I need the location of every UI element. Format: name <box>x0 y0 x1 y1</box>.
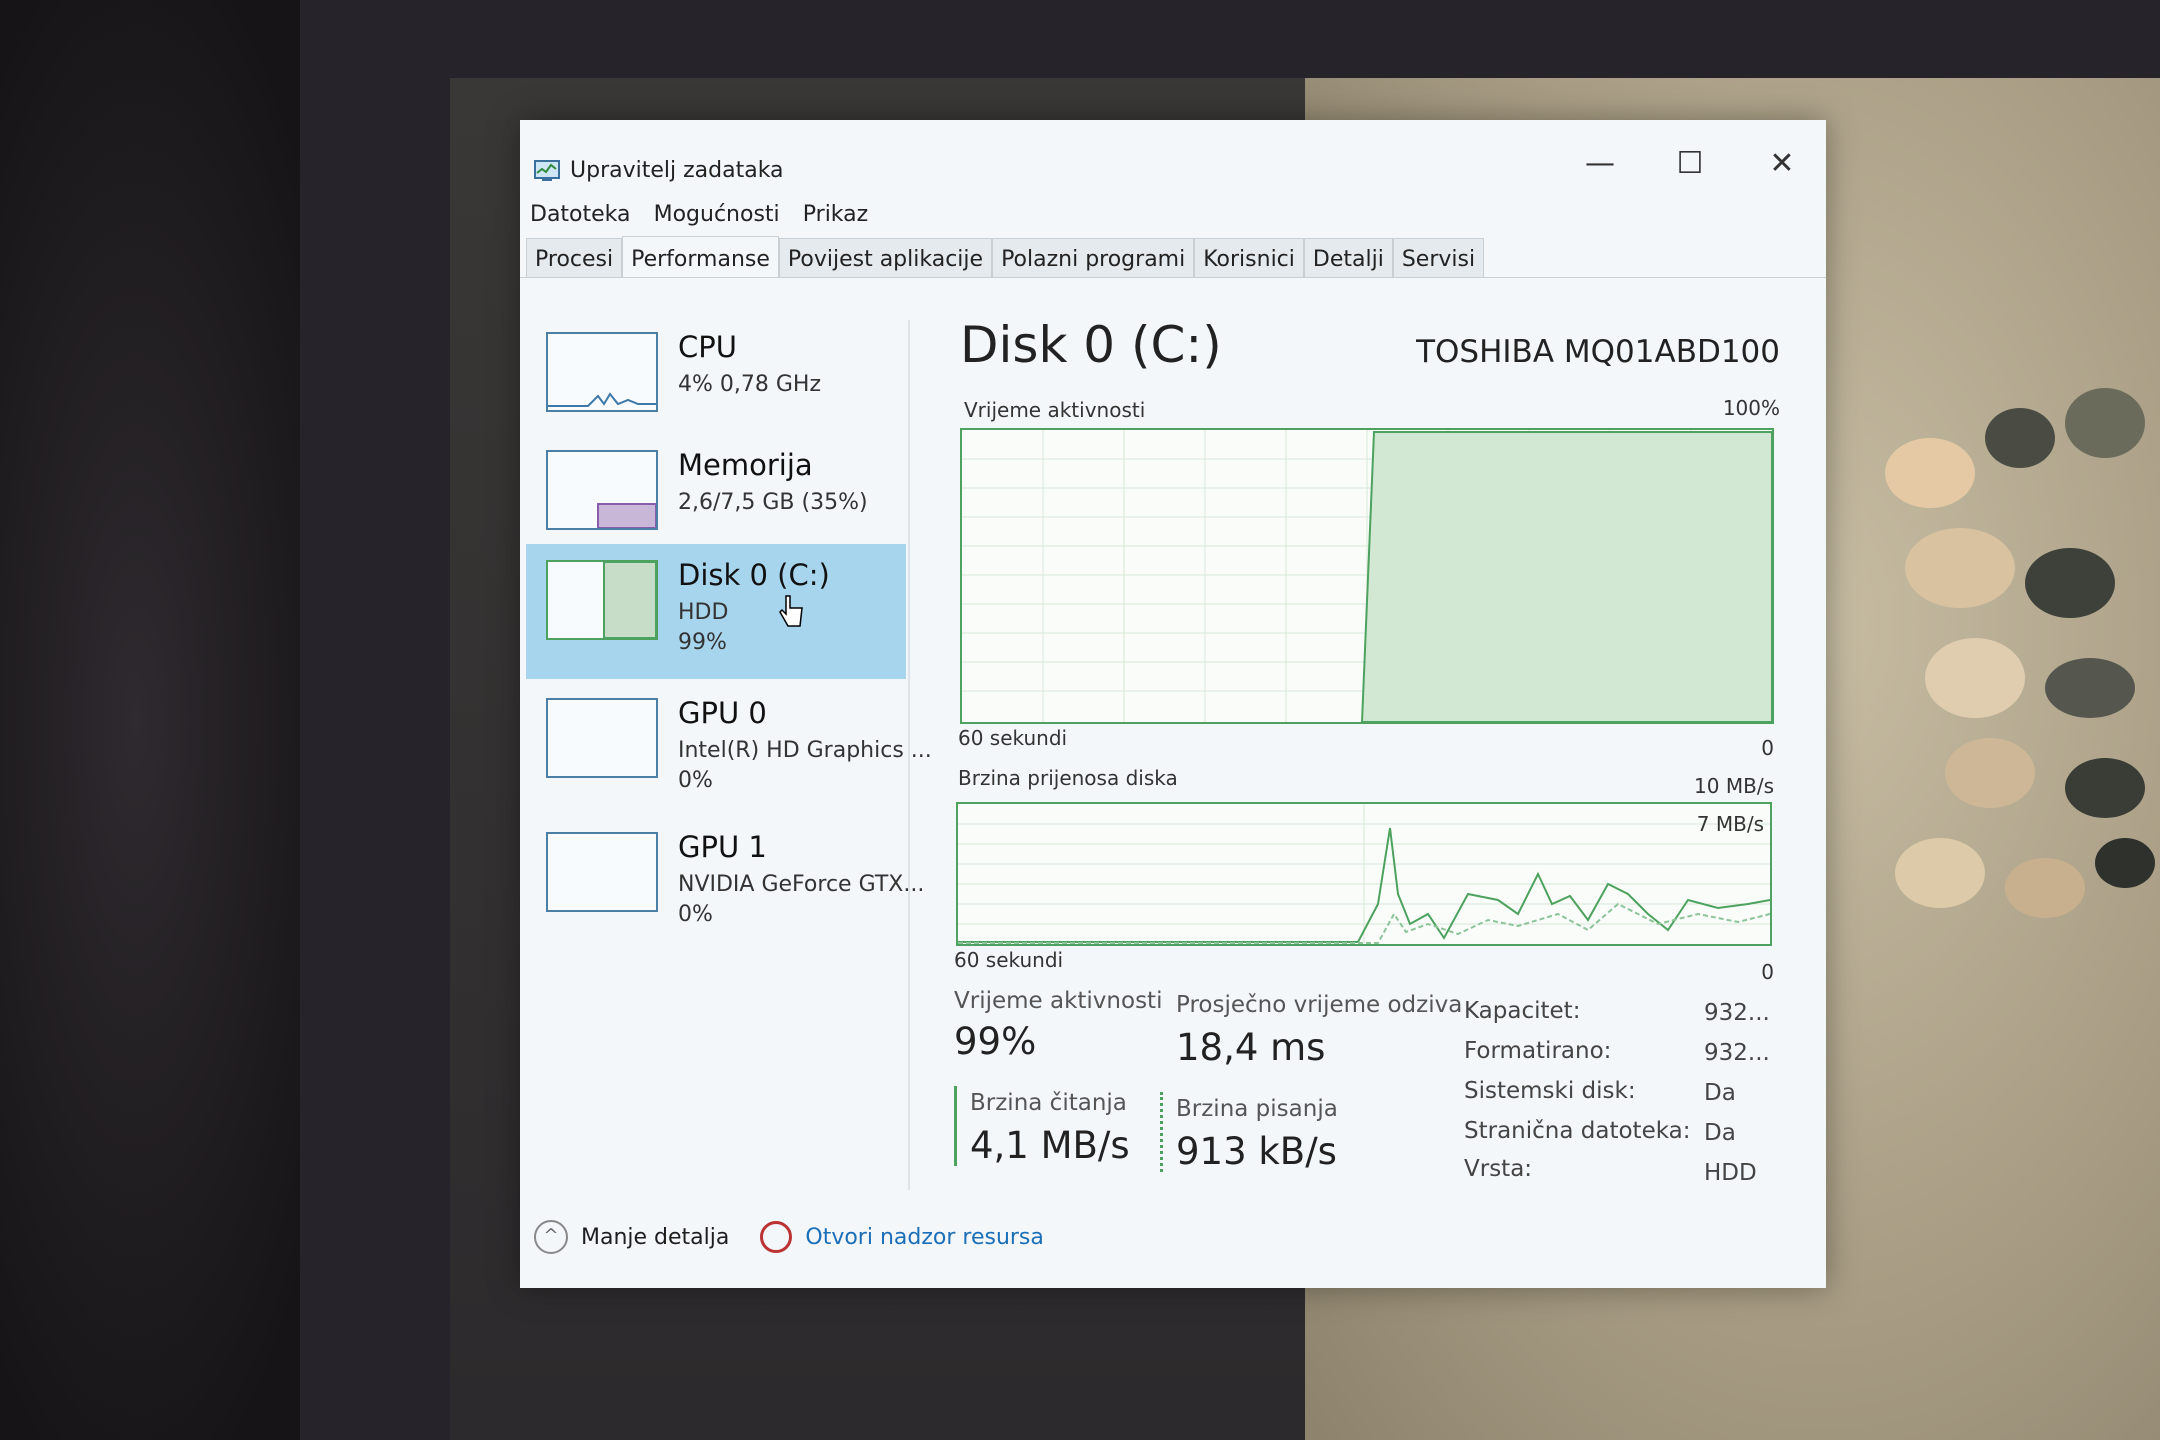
sidebar-item-cpu[interactable]: CPU 4% 0,78 GHz <box>526 316 906 451</box>
pebble <box>2025 548 2115 618</box>
system-disk-value: Da <box>1704 1080 1736 1106</box>
menu-file[interactable]: Datoteka <box>530 202 631 227</box>
sidebar-item-gpu0[interactable]: GPU 0 Intel(R) HD Graphics ... 0% <box>526 682 932 817</box>
sidebar-sub: NVIDIA GeForce GTX... <box>678 872 925 897</box>
active-time-max: 100% <box>1722 396 1780 420</box>
sidebar-value: 0% <box>678 902 713 927</box>
formatted-label: Formatirano: <box>1464 1038 1612 1064</box>
chevron-up-icon[interactable]: ^ <box>534 1220 568 1254</box>
tab-services[interactable]: Servisi <box>1392 238 1485 278</box>
tab-performance[interactable]: Performanse <box>622 236 779 278</box>
menu-view[interactable]: Prikaz <box>803 202 868 227</box>
transfer-rate-inner-scale: 7 MB/s <box>1696 812 1764 836</box>
sidebar-sub: HDD <box>678 600 729 625</box>
pebble <box>1945 738 2035 808</box>
pebble <box>1885 438 1975 508</box>
response-time-label: Prosječno vrijeme odziva <box>1176 992 1463 1018</box>
read-speed-label: Brzina čitanja <box>970 1090 1127 1116</box>
pebble <box>2095 838 2155 888</box>
formatted-value: 932... <box>1704 1040 1770 1066</box>
transfer-rate-plot <box>958 804 1770 944</box>
page-file-label: Stranična datoteka: <box>1464 1118 1691 1144</box>
sidebar-title: Disk 0 (C:) <box>678 558 830 592</box>
sidebar-item-disk0[interactable]: Disk 0 (C:) HDD 99% <box>526 544 906 679</box>
pebble <box>2065 388 2145 458</box>
fewer-details-link[interactable]: Manje detalja <box>581 1225 729 1250</box>
active-time-stat-label: Vrijeme aktivnosti <box>954 988 1163 1014</box>
transfer-rate-graph: 7 MB/s <box>956 802 1772 946</box>
transfer-rate-min: 0 <box>1761 960 1774 984</box>
footer: ^ Manje detalja Otvori nadzor resursa <box>534 1220 1044 1254</box>
maximize-button[interactable]: ☐ <box>1660 138 1720 190</box>
sidebar-sub: 2,6/7,5 GB (35%) <box>678 490 868 515</box>
disk-thumbnail <box>546 560 658 640</box>
sidebar-item-gpu1[interactable]: GPU 1 NVIDIA GeForce GTX... 0% <box>526 816 924 951</box>
transfer-rate-max: 10 MB/s <box>1694 774 1774 798</box>
tab-divider <box>520 277 1826 278</box>
sidebar-divider <box>908 320 910 1190</box>
tab-bar: Procesi Performanse Povijest aplikacije Pol… <box>526 236 1485 280</box>
system-disk-label: Sistemski disk: <box>1464 1078 1636 1104</box>
sidebar-value: 0% <box>678 768 713 793</box>
window-title: Upravitelj zadataka <box>570 158 784 183</box>
active-time-stat-value: 99% <box>954 1020 1037 1063</box>
sidebar-title: GPU 1 <box>678 830 767 864</box>
pebble <box>2005 858 2085 918</box>
type-label: Vrsta: <box>1464 1156 1533 1182</box>
sidebar-sub: Intel(R) HD Graphics ... <box>678 738 932 763</box>
pebble <box>1895 838 1985 908</box>
active-time-graph <box>960 428 1774 724</box>
task-manager-icon <box>534 160 560 181</box>
sidebar-title: CPU <box>678 330 737 364</box>
type-value: HDD <box>1704 1160 1757 1186</box>
gpu1-thumbnail <box>546 832 658 912</box>
active-time-min: 0 <box>1761 736 1774 760</box>
sidebar-value: 99% <box>678 630 727 655</box>
transfer-rate-label: Brzina prijenosa diska <box>958 766 1178 790</box>
active-time-label: Vrijeme aktivnosti <box>964 398 1146 422</box>
menu-options[interactable]: Mogućnosti <box>654 202 780 227</box>
write-speed-value: 913 kB/s <box>1176 1130 1337 1173</box>
pebble <box>2065 758 2145 818</box>
tab-startup[interactable]: Polazni programi <box>992 238 1195 278</box>
active-time-plot <box>962 430 1772 722</box>
menu-bar: Datoteka Mogućnosti Prikaz <box>530 202 886 227</box>
resource-monitor-icon[interactable] <box>760 1221 793 1253</box>
capacity-value: 932... <box>1704 1000 1770 1026</box>
sidebar-sub: 4% 0,78 GHz <box>678 372 822 397</box>
tab-processes[interactable]: Procesi <box>526 238 623 278</box>
pebble <box>1905 528 2015 608</box>
pebble <box>2045 658 2135 718</box>
write-speed-legend-bar <box>1160 1092 1163 1172</box>
minimize-button[interactable]: — <box>1570 138 1630 190</box>
pebble <box>1925 638 2025 718</box>
disk-title: Disk 0 (C:) <box>960 316 1222 374</box>
write-speed-label: Brzina pisanja <box>1176 1096 1338 1122</box>
gpu0-thumbnail <box>546 698 658 778</box>
active-time-window: 60 sekundi <box>958 726 1068 750</box>
disk-model: TOSHIBA MQ01ABD100 <box>1416 334 1780 370</box>
read-speed-value: 4,1 MB/s <box>970 1124 1130 1167</box>
cpu-thumbnail <box>546 332 658 412</box>
sidebar-title: Memorija <box>678 448 813 482</box>
open-resource-monitor-link[interactable]: Otvori nadzor resursa <box>805 1225 1044 1250</box>
task-manager-window: Upravitelj zadataka — ☐ ✕ Datoteka Moguć… <box>520 120 1826 1288</box>
tab-app-history[interactable]: Povijest aplikacije <box>778 238 993 278</box>
pebble <box>1985 408 2055 468</box>
page-file-value: Da <box>1704 1120 1736 1146</box>
hand-cursor-icon <box>779 595 803 627</box>
background-fabric <box>0 0 340 1440</box>
tab-users[interactable]: Korisnici <box>1194 238 1304 278</box>
memory-thumbnail <box>546 450 658 530</box>
sidebar-title: GPU 0 <box>678 696 767 730</box>
read-speed-legend-bar <box>954 1086 957 1166</box>
capacity-label: Kapacitet: <box>1464 998 1581 1024</box>
close-button[interactable]: ✕ <box>1752 138 1812 190</box>
response-time-value: 18,4 ms <box>1176 1026 1326 1069</box>
transfer-rate-window: 60 sekundi <box>954 948 1064 972</box>
tab-details[interactable]: Detalji <box>1303 238 1393 278</box>
